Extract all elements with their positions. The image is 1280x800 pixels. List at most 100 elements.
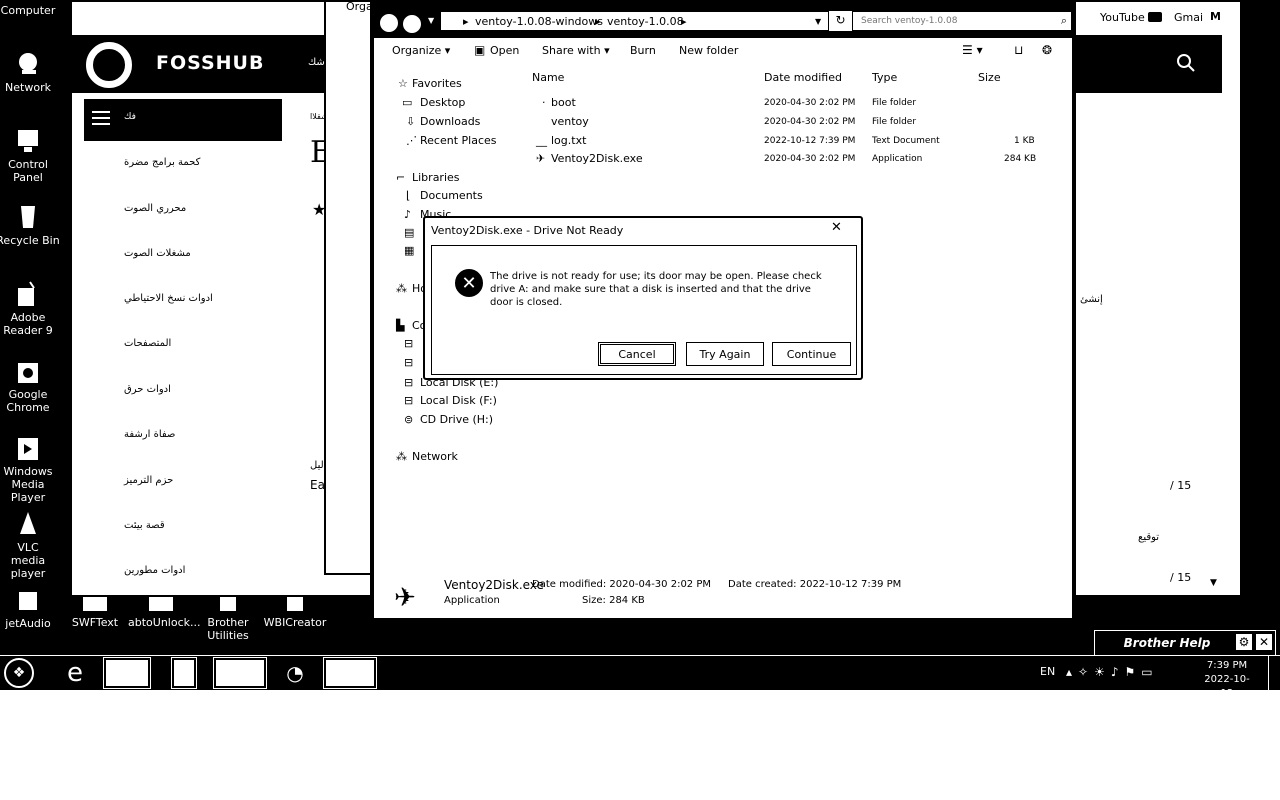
desktop-icon-network[interactable]: Network — [0, 50, 61, 94]
taskbar-chrome-button[interactable] — [213, 657, 267, 689]
videos-icon: ▦ — [404, 244, 415, 257]
clock-time: 7:39 PM — [1206, 660, 1248, 671]
desktop-icon-brother-utilities[interactable]: Brother Utilities — [195, 597, 261, 642]
file-name[interactable]: Ventoy2Disk.exe — [551, 152, 643, 165]
file-row[interactable]: ventoy 2020-04-30 2:02 PM File folder — [374, 115, 1072, 133]
show-desktop-button[interactable] — [1268, 656, 1276, 690]
try-again-button[interactable]: Try Again — [686, 342, 764, 366]
column-header-date[interactable]: Date modified — [764, 71, 842, 84]
network-icon: ⁂ — [396, 450, 407, 463]
sidebar-item[interactable]: ادوات حرق — [124, 384, 171, 395]
back-button[interactable] — [378, 12, 400, 34]
sidebar-item[interactable]: مشغلات الصوت — [124, 248, 191, 259]
search-icon[interactable] — [1176, 53, 1196, 76]
desktop-icon-chrome[interactable]: Google Chrome — [0, 357, 61, 414]
taskbar-app-icon[interactable]: ◔ — [280, 658, 310, 688]
column-header-type[interactable]: Type — [872, 71, 897, 84]
refresh-button[interactable]: ↻ — [828, 11, 852, 31]
nav-local-disk-f[interactable]: Local Disk (F:) — [420, 394, 497, 407]
bg-organize-menu[interactable]: Orga — [346, 2, 370, 13]
sidebar-item[interactable]: قصة بيئت — [124, 520, 165, 531]
sidebar-item[interactable]: ادوات مطورين — [124, 565, 185, 576]
address-segment[interactable]: ventoy-1.0.08-windows — [475, 15, 603, 28]
organize-button[interactable]: Organize ▾ — [392, 44, 450, 57]
desktop-icon-recycle-bin[interactable]: Recycle Bin — [0, 203, 61, 247]
sidebar-item[interactable]: كحمة برامج مضرة — [124, 157, 200, 168]
brother-help-button[interactable]: Brother Help — [1112, 632, 1222, 654]
system-tray-icons[interactable]: ▴✧☀♪⚑▭ — [1066, 665, 1159, 679]
preview-pane-icon[interactable]: ⊔ — [1014, 43, 1023, 57]
file-row[interactable]: ✈ Ventoy2Disk.exe 2020-04-30 2:02 PM App… — [374, 152, 1072, 170]
site-name[interactable]: FOSSHUB — [156, 52, 264, 74]
help-icon[interactable]: ❂ — [1042, 43, 1052, 57]
scroll-down-arrow-icon[interactable]: ▼ — [1210, 578, 1217, 588]
taskbar-explorer-button[interactable] — [103, 657, 151, 689]
header-nav-label[interactable]: شك — [308, 57, 325, 68]
desktop-icon-adobe-reader[interactable]: Adobe Reader 9 — [0, 280, 61, 337]
new-folder-button[interactable]: New folder — [679, 44, 738, 57]
sidebar-item[interactable]: صفاة ارشفة — [124, 429, 175, 440]
bookmark-gmail[interactable]: Gmai — [1174, 11, 1203, 24]
fosshub-logo-icon[interactable] — [86, 42, 132, 88]
clock[interactable]: 7:39 PM 2022-10-12 — [1200, 659, 1254, 690]
computer-icon: ▙ — [396, 319, 405, 332]
search-box[interactable]: ⌕ — [852, 11, 1072, 31]
view-options-icon[interactable]: ☰ ▾ — [962, 43, 983, 57]
desktop-icon-jetaudio[interactable]: jetAudio — [0, 586, 61, 630]
ie-icon[interactable]: e — [60, 658, 90, 688]
search-input[interactable] — [861, 13, 1061, 29]
bookmark-youtube[interactable]: YouTube — [1100, 11, 1145, 24]
share-with-button[interactable]: Share with ▾ — [542, 44, 610, 57]
desktop-icon-control-panel[interactable]: Control Panel — [0, 127, 61, 184]
nav-favorites-star-icon: ☆ — [398, 77, 408, 90]
details-pane: ✈ Ventoy2Disk.exe Application Date modif… — [374, 568, 1072, 618]
sidebar-item[interactable]: ادوات نسخ الاحتياطي — [124, 293, 213, 304]
youtube-icon — [1148, 12, 1162, 22]
continue-button[interactable]: Continue — [772, 342, 851, 366]
desktop-icon-swftext[interactable]: SWFText — [62, 597, 128, 629]
chevron-right-icon: ▸ — [463, 15, 469, 28]
taskbar-app-button[interactable] — [171, 657, 197, 689]
start-button[interactable]: ❖ — [4, 658, 34, 688]
desktop-icon-computer[interactable]: Computer — [0, 4, 61, 17]
file-name[interactable]: ventoy — [551, 115, 589, 128]
desktop-icon-wbicreator[interactable]: WBICreator — [262, 597, 328, 629]
cancel-button[interactable]: Cancel — [598, 342, 676, 366]
sidebar-item[interactable]: حزم الترميز — [124, 475, 173, 486]
column-header-name[interactable]: Name — [532, 71, 564, 84]
language-indicator[interactable]: EN — [1040, 665, 1055, 678]
sidebar-item[interactable]: محرري الصوت — [124, 203, 186, 214]
desktop-icon-vlc[interactable]: VLC media player — [0, 510, 61, 580]
swftext-icon — [81, 597, 109, 613]
nav-favorites[interactable]: Favorites — [412, 77, 462, 90]
nav-cd-drive[interactable]: CD Drive (H:) — [420, 413, 493, 426]
file-name[interactable]: log.txt — [551, 134, 586, 147]
background-explorer-window[interactable]: Orga — [324, 0, 372, 575]
close-icon[interactable]: ✕ — [831, 220, 842, 235]
column-header-size[interactable]: Size — [978, 71, 1001, 84]
close-icon[interactable]: ✕ — [1256, 634, 1272, 650]
gear-icon[interactable]: ⚙ — [1236, 634, 1252, 650]
taskbar-ventoy-button[interactable] — [323, 657, 377, 689]
desktop-icon-media-player[interactable]: Windows Media Player — [0, 434, 61, 504]
nav-documents[interactable]: Documents — [420, 189, 483, 202]
forward-button[interactable] — [402, 14, 422, 34]
file-row[interactable]: · boot 2020-04-30 2:02 PM File folder — [374, 96, 1072, 114]
history-dropdown-icon[interactable]: ▼ — [428, 16, 434, 25]
nav-network[interactable]: Network — [412, 450, 458, 463]
category-sidebar-header[interactable]: فك — [84, 99, 282, 141]
search-icon[interactable]: ⌕ — [1061, 14, 1067, 28]
desktop-icon-abtounlock[interactable]: abtoUnlock... — [128, 597, 200, 629]
address-segment[interactable]: ventoy-1.0.08 — [607, 15, 684, 28]
file-row[interactable]: __ log.txt 2022-10-12 7:39 PM Text Docum… — [374, 134, 1072, 152]
burn-button[interactable]: Burn — [630, 44, 656, 57]
hamburger-menu-icon[interactable] — [92, 111, 110, 129]
chevron-right-icon: ▸ — [681, 15, 687, 28]
sidebar-item[interactable]: المتصفحات — [124, 338, 171, 349]
vlc-icon — [14, 510, 42, 538]
address-bar[interactable]: ▸ ventoy-1.0.08-windows ▸ ventoy-1.0.08 … — [440, 11, 852, 31]
address-dropdown-icon[interactable]: ▼ — [815, 17, 821, 26]
open-button[interactable]: Open — [490, 44, 519, 57]
nav-libraries[interactable]: Libraries — [412, 171, 460, 184]
file-name[interactable]: boot — [551, 96, 576, 109]
